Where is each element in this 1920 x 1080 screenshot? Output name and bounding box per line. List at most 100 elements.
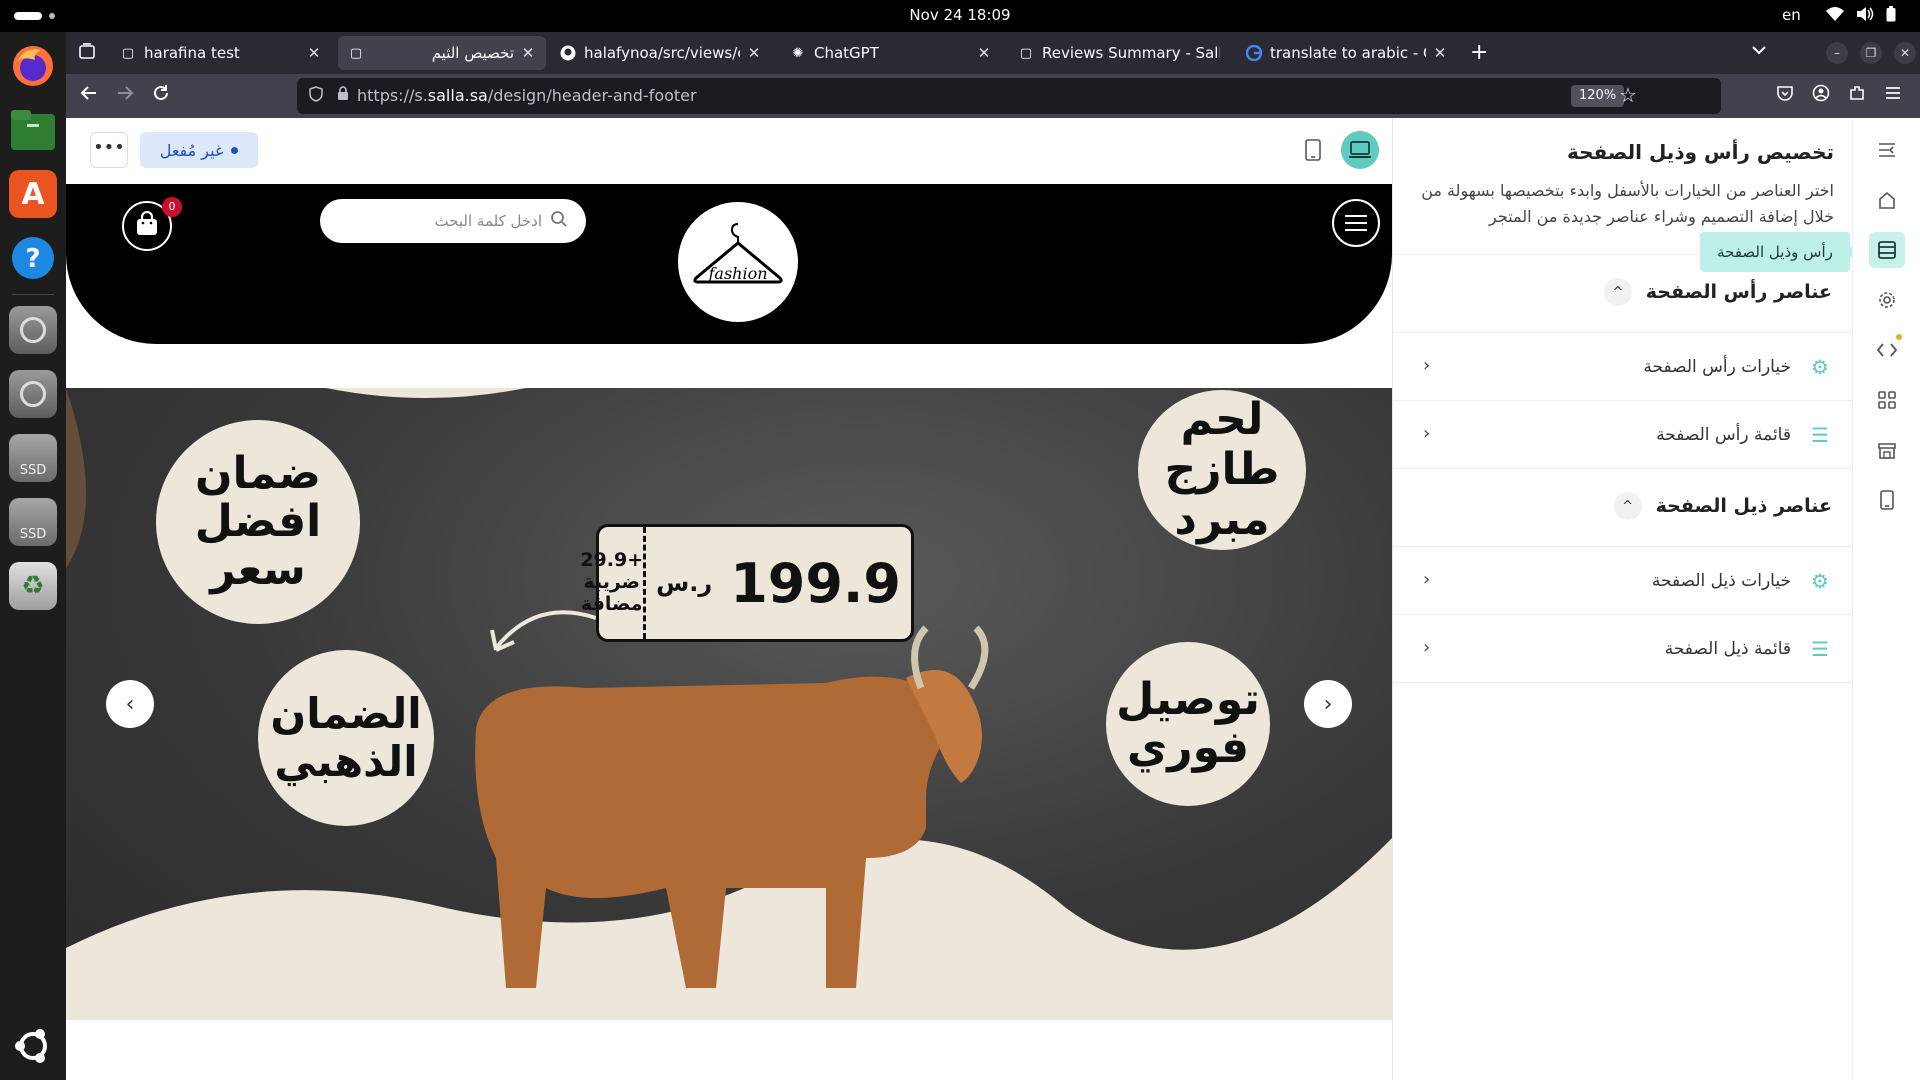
system-clock[interactable]: Nov 24 18:09 (0, 6, 1920, 24)
theme-preview: ••• غير مُفعل fashion ادخل كلمة البحث 0 … (66, 118, 1392, 1080)
mobile-icon[interactable] (1869, 482, 1905, 518)
close-icon[interactable]: ✕ (1432, 44, 1448, 62)
extensions-icon[interactable] (1848, 84, 1866, 107)
salla-icon: ▢ (121, 45, 135, 61)
store-header-preview[interactable]: fashion ادخل كلمة البحث 0 (66, 184, 1392, 344)
chevron-up-icon[interactable]: ^ (1603, 278, 1632, 306)
chevron-up-icon[interactable]: ^ (1613, 492, 1642, 520)
ssd-drive-icon[interactable]: SSD (9, 434, 57, 482)
page-content: ••• غير مُفعل fashion ادخل كلمة البحث 0 … (66, 118, 1920, 1080)
zoom-level-badge[interactable]: 120% (1571, 85, 1625, 107)
close-icon[interactable]: ✕ (976, 44, 992, 62)
tab-github[interactable]: halafynoa/src/views/com ✕ (550, 36, 772, 70)
help-icon[interactable]: ? (9, 234, 57, 282)
header-elements-section[interactable]: عناصر رأس الصفحة ^ (1412, 272, 1832, 312)
section-title: عناصر ذيل الصفحة (1655, 495, 1832, 517)
maximize-window-button[interactable]: ❐ (1860, 42, 1882, 64)
price-tag: 199.9 ر.س +29.9 ضريبة مضافة (580, 524, 914, 642)
tab-chatgpt[interactable]: ✺ ChatGPT ✕ (780, 36, 1002, 70)
tab-title: Reviews Summary - Salla (1042, 44, 1220, 62)
vat-box: +29.9 ضريبة مضافة (580, 527, 647, 639)
collapse-panel-icon[interactable] (1869, 132, 1905, 168)
app-center-icon[interactable]: A (9, 170, 57, 218)
store-logo[interactable]: fashion (678, 202, 798, 322)
tab-title: تخصيص الثيم (431, 44, 514, 62)
tab-title: translate to arabic - Goog (1270, 44, 1426, 62)
openai-icon: ✺ (792, 45, 804, 61)
store-search-input[interactable]: ادخل كلمة البحث (320, 199, 586, 243)
disc-icon[interactable] (9, 306, 57, 354)
tab-reviews-summary[interactable]: ▢ Reviews Summary - Salla (1008, 36, 1230, 70)
more-options-button[interactable]: ••• (90, 132, 128, 168)
tab-harafina-test[interactable]: ▢ harafina test ✕ (110, 36, 332, 70)
header-menu-row[interactable]: ☰ قائمة رأس الصفحة ‹ (1393, 401, 1853, 469)
disc-icon[interactable] (9, 370, 57, 418)
desktop-preview-button[interactable] (1341, 131, 1379, 169)
firefox-icon[interactable] (9, 42, 57, 90)
bookmark-star-icon[interactable]: ☆ (1619, 83, 1637, 107)
footer-elements-section[interactable]: عناصر ذيل الصفحة ^ (1412, 486, 1832, 526)
price-currency: ر.س (656, 569, 713, 597)
next-slide-button[interactable]: › (1304, 680, 1352, 728)
new-tab-button[interactable]: + (1470, 40, 1488, 65)
home-icon[interactable] (1869, 182, 1905, 218)
keyboard-language[interactable]: en (1782, 6, 1801, 24)
ssd-drive-icon[interactable]: SSD (9, 498, 57, 546)
url-text[interactable]: https://s.salla.sa/design/header-and-foo… (357, 86, 697, 105)
close-window-button[interactable]: ✕ (1894, 42, 1916, 64)
mobile-preview-button[interactable] (1294, 131, 1332, 169)
forward-button[interactable] (116, 84, 134, 107)
files-icon[interactable] (9, 106, 57, 154)
list-icon: ☰ (1811, 636, 1829, 661)
vat-amount: +29.9 (580, 549, 644, 572)
address-bar[interactable]: https://s.salla.sa/design/header-and-foo… (297, 78, 1721, 114)
cart-button[interactable]: 0 (122, 197, 182, 251)
tab-title: ChatGPT (814, 44, 879, 62)
svg-text:?: ? (25, 244, 40, 274)
wifi-icon (1826, 6, 1844, 26)
system-tray[interactable] (1826, 6, 1896, 26)
header-footer-layout-icon[interactable] (1869, 232, 1905, 268)
app-menu-icon[interactable] (1884, 84, 1902, 107)
close-icon[interactable]: ✕ (306, 44, 322, 62)
store-icon[interactable] (1869, 432, 1905, 468)
application-dock: A ? SSD SSD ♻ (0, 32, 66, 1080)
vat-label: مضافة (580, 592, 643, 615)
row-label: قائمة رأس الصفحة (1656, 424, 1791, 445)
lock-icon[interactable] (337, 86, 349, 105)
reload-button[interactable] (152, 84, 170, 107)
hero-banner[interactable]: لحم طازج مبرد ضمان افضل سعر توصيل فوري الضما… (66, 388, 1392, 1020)
chevron-left-icon: ‹ (1423, 569, 1431, 590)
list-icon: ☰ (1811, 422, 1829, 447)
trash-icon[interactable]: ♻ (9, 562, 57, 610)
grid-icon[interactable] (1869, 382, 1905, 418)
minimize-window-button[interactable]: – (1826, 42, 1848, 64)
bubble-fresh-meat: لحم طازج مبرد (1138, 390, 1306, 550)
list-all-tabs-chevron-icon[interactable] (1752, 43, 1766, 59)
gear-icon[interactable] (1869, 282, 1905, 318)
tab-overview-icon[interactable] (78, 42, 96, 65)
footer-menu-row[interactable]: ☰ قائمة ذيل الصفحة ‹ (1393, 615, 1853, 683)
status-dot-icon (231, 146, 239, 154)
account-icon[interactable] (1812, 84, 1830, 107)
status-badge[interactable]: غير مُفعل (140, 132, 258, 168)
section-title: عناصر رأس الصفحة (1645, 281, 1832, 303)
search-icon (550, 210, 568, 232)
gear-icon: ⚙ (1811, 354, 1829, 379)
hamburger-menu-icon[interactable] (1332, 199, 1380, 247)
close-icon[interactable]: ✕ (746, 44, 762, 62)
panel-description: اختر العناصر من الخيارات بالأسفل وابدء ب… (1421, 181, 1834, 226)
pocket-icon[interactable] (1776, 84, 1794, 107)
close-icon[interactable]: ✕ (520, 44, 536, 62)
tab-theme-customize[interactable]: ▢ تخصيص الثيم ✕ (338, 36, 546, 70)
footer-options-row[interactable]: ⚙ خيارات ذيل الصفحة ‹ (1393, 547, 1853, 615)
back-button[interactable] (80, 84, 98, 107)
tracking-shield-icon[interactable] (309, 86, 323, 106)
google-icon (1246, 45, 1262, 61)
header-options-row[interactable]: ⚙ خيارات رأس الصفحة ‹ (1393, 333, 1853, 401)
tab-title: harafina test (144, 44, 240, 62)
tab-google-translate[interactable]: translate to arabic - Goog ✕ (1236, 36, 1458, 70)
ubuntu-logo-icon[interactable] (9, 1022, 57, 1070)
preview-toolbar: ••• غير مُفعل (66, 118, 1392, 184)
previous-slide-button[interactable]: ‹ (106, 680, 154, 728)
